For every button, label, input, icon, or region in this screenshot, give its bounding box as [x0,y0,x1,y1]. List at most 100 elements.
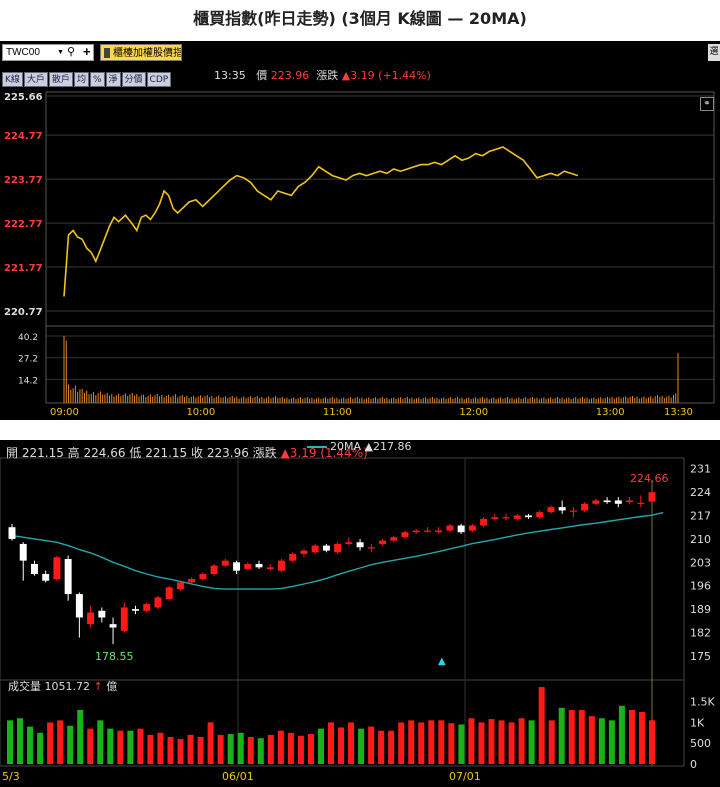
volume-bar [508,722,515,764]
candle-body [356,542,364,548]
candle-body [569,510,577,512]
candle-body [626,500,634,503]
candle-body [199,574,207,580]
volume-bar [428,720,435,764]
candle-body [513,515,521,519]
candle-body [603,500,611,503]
volume-bar [187,734,194,764]
candle-body [221,560,229,566]
volume-bar [598,718,605,764]
candle-body [266,567,274,569]
candle-body [132,609,139,611]
open-value: 221.15 [21,446,64,460]
volume-bar [67,725,74,764]
candle-body [8,527,16,539]
candle-body [98,610,106,618]
low-value: 221.15 [145,446,188,460]
volume-bar [237,732,244,764]
volume-bar [207,722,214,764]
daily-change-label: 漲跌 [252,446,277,460]
candle-body [491,517,499,519]
candle-body [401,532,409,538]
volume-label: 成交量 [8,680,41,693]
volume-bar [558,707,565,764]
volume-bar [47,722,54,764]
candle-body [311,545,319,553]
candle-body [536,512,544,518]
volume-bar [538,687,545,764]
x-tick-label: 5/3 [2,770,20,783]
ma-label: 20MA [330,440,362,453]
candle-body [255,563,263,568]
price-line [63,146,579,297]
x-tick-label: 13:00 [596,407,625,418]
volume-bar [628,709,635,764]
y-tick-label: 189 [690,603,711,616]
candle-body [210,565,218,575]
volume-up-arrow: ↑ [93,680,103,693]
ma-legend-line [307,446,327,448]
volume-tick-label: 1K [690,716,705,729]
x-tick-label: 13:30 [664,407,693,418]
candle-body [75,594,83,618]
candle-body [188,579,196,583]
volume-header: 成交量 1051.72 ↑ 億 [8,678,117,694]
volume-bar [57,720,64,764]
candle-body [87,612,95,625]
volume-tick-label: 0 [690,758,697,771]
candle-body [19,543,27,561]
y-tick-label: 203 [690,556,711,569]
volume-bar [107,728,114,764]
volume-bar [338,727,345,764]
volume-bar [27,726,34,764]
candle-body [637,502,645,504]
candle-body [109,624,117,628]
x-tick-label: 12:00 [459,407,488,418]
volume-bar [97,720,104,764]
y-tick-label: 221.77 [4,263,43,274]
candle-body [30,563,38,575]
volume-bar [17,718,24,764]
volume-bar [37,732,44,764]
volume-bar [167,736,174,764]
volume-bar [217,734,224,764]
volume-bar [448,723,455,764]
volume-bar [227,734,234,764]
candle-body [547,507,555,513]
page-title: 櫃買指數(昨日走勢) (3個月 K線圖 — 20MA) [193,9,527,28]
candle-body [379,540,387,544]
volume-bar [528,720,535,764]
volume-bar [618,705,625,764]
candle-body [525,515,532,518]
volume-tick-label: 1.5K [690,696,715,709]
volume-bar [638,712,645,764]
volume-bar [578,709,585,764]
volume-bar [257,738,264,764]
volume-bar [127,730,134,764]
candle-body [334,543,342,553]
low-mark-label: 178.55 [95,650,134,663]
x-tick-label: 11:00 [323,407,352,418]
y-tick-label: 223.77 [4,175,43,186]
volume-bar [568,709,575,764]
volume-bar [518,718,525,764]
ma-legend: 20MA ▲217.86 [307,440,411,453]
volume-tick-label: 500 [690,737,711,750]
candle-body [154,597,162,608]
candle-body [64,558,72,595]
candle-body [367,547,375,549]
volume-bar [348,722,355,764]
volume-bar [147,734,154,764]
volume-bar [317,728,324,764]
high-label: 高 [67,446,80,460]
y-tick-label: 175 [690,650,711,663]
volume-bar [388,730,395,764]
candle-body [233,562,241,571]
volume-bar [328,722,334,764]
y-tick-label: 224.77 [4,131,43,142]
candle-body [165,587,173,600]
volume-bar [418,722,425,764]
candle-body [446,525,454,531]
link-icon[interactable]: ⚭ [700,97,714,111]
volume-bar [287,732,294,764]
